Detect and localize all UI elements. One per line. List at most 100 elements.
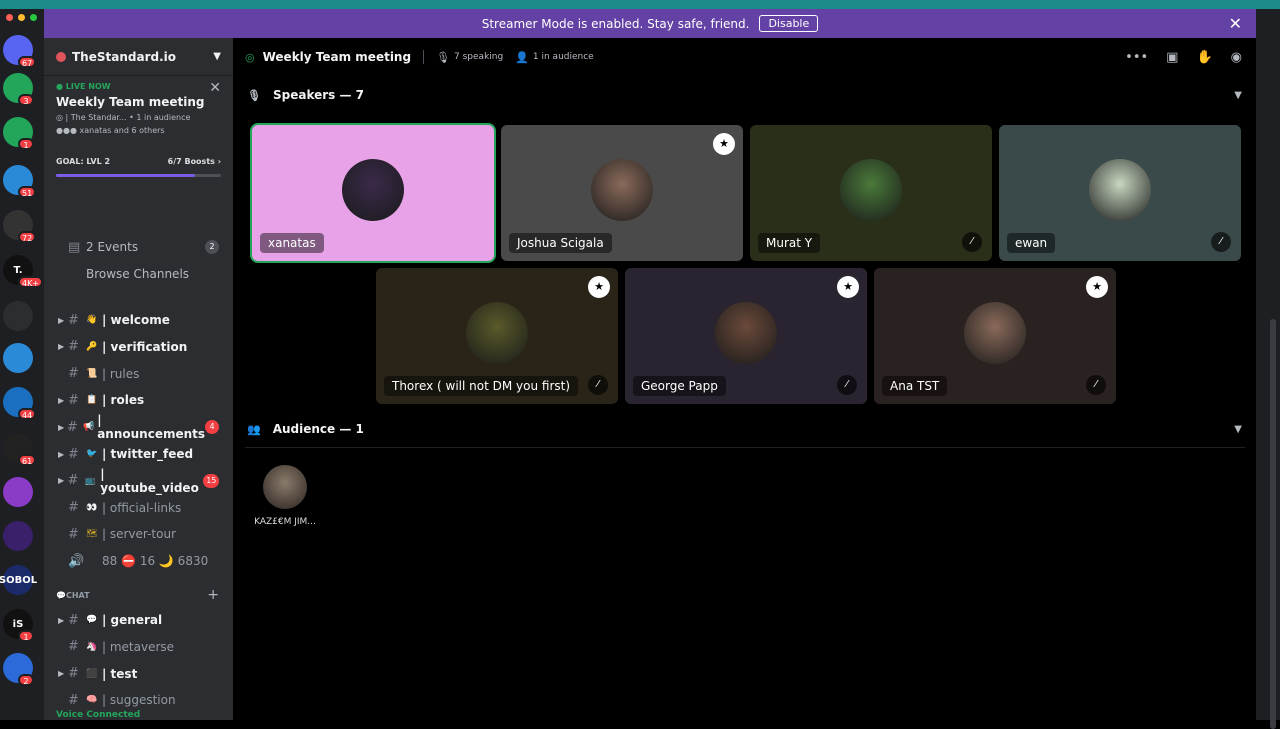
hash-icon: #	[68, 639, 79, 655]
chevron-down-icon[interactable]: ▼	[1234, 424, 1242, 435]
server-icon[interactable]: SOBOL	[0, 565, 37, 595]
channel-emoji: 📺	[84, 475, 97, 486]
speaker-name: ewan	[1007, 233, 1056, 253]
more-icon[interactable]: •••	[1125, 50, 1148, 65]
channel-item[interactable]: ▶ # ⬛ | test	[44, 663, 233, 685]
channel-item[interactable]: ▶ # 👋 | welcome	[44, 309, 233, 331]
raise-hand-icon[interactable]: ✋	[1196, 50, 1212, 65]
close-icon[interactable]: ✕	[209, 80, 221, 96]
mic-icon: 🎙	[436, 50, 451, 64]
channel-item[interactable]: ▶ # 📺 | youtube_video 15	[44, 467, 233, 495]
speaker-name: Thorex ( will not DM you first)	[384, 376, 579, 396]
audience-label: Audience — 1	[272, 422, 364, 436]
speaker-tile[interactable]: xanatas	[252, 125, 494, 261]
unread-badge: 1	[18, 138, 34, 150]
server-icon[interactable]	[3, 477, 33, 507]
boost-goal[interactable]: GOAL: LVL 2 6/7 Boosts ›	[44, 153, 233, 170]
avatar	[591, 159, 653, 221]
members-icon[interactable]: ◉	[1231, 50, 1242, 65]
maximize-window-dot[interactable]	[30, 14, 37, 21]
live-stage-card[interactable]: ● LIVE NOW Weekly Team meeting ◎ | The S…	[44, 76, 233, 141]
stage-icon: ◎	[56, 113, 63, 122]
channel-item[interactable]: # 📜 | rules	[44, 363, 233, 385]
speakers-section-header[interactable]: 🎙 Speakers — 7	[247, 88, 364, 102]
channel-emoji: 📋	[86, 395, 98, 406]
channel-item[interactable]: # 🗺 | server-tour	[44, 523, 233, 545]
moderator-icon: ★	[837, 276, 859, 298]
scrollbar[interactable]	[1256, 9, 1280, 729]
channel-label: | announcements	[97, 413, 206, 442]
screen-share-icon[interactable]: ▣	[1166, 50, 1178, 65]
audience-section-header[interactable]: 👥 Audience — 1	[247, 422, 364, 436]
chevron-right-icon: ▶	[58, 315, 65, 325]
goal-boosts: 6/7 Boosts	[167, 157, 215, 166]
channel-emoji: 🔑	[86, 341, 98, 352]
speaker-tile[interactable]: George Papp ★ ⁄	[625, 268, 867, 404]
speaker-name: Joshua Scigala	[509, 233, 612, 253]
server-icon[interactable]	[3, 343, 33, 373]
browse-channels-item[interactable]: Browse Channels	[44, 263, 233, 285]
avatar	[840, 159, 902, 221]
streamer-mode-banner: Streamer Mode is enabled. Stay safe, fri…	[44, 9, 1256, 38]
close-window-dot[interactable]	[6, 14, 13, 21]
speaker-tile[interactable]: Thorex ( will not DM you first) ★ ⁄	[376, 268, 618, 404]
channel-sidebar: TheStandard.io ▼ ● LIVE NOW Weekly Team …	[44, 38, 233, 720]
channel-item[interactable]: ▶ # 📋 | roles	[44, 389, 233, 411]
category-chat[interactable]: 💬CHAT	[56, 591, 90, 600]
hash-icon: #	[68, 446, 79, 462]
unread-badge: 72	[18, 231, 37, 243]
speakers-label: Speakers — 7	[272, 88, 364, 102]
scrollbar-thumb[interactable]	[1270, 319, 1276, 729]
stage-header: ◎ Weekly Team meeting 🎙 7 speaking 👤 1 i…	[233, 38, 1256, 76]
person-icon: 👤	[515, 50, 529, 64]
server-glyph: iS	[12, 618, 24, 630]
speaker-tile[interactable]: Ana TST ★ ⁄	[874, 268, 1116, 404]
channel-item[interactable]: ▶ # 💬 | general	[44, 609, 233, 631]
voice-connected-label: Voice Connected	[56, 710, 141, 720]
server-icon[interactable]	[3, 301, 33, 331]
channel-item[interactable]: # 👀 | official-links	[44, 497, 233, 519]
live-stage-title: Weekly Team meeting	[56, 95, 205, 109]
chat-bubble-icon: 💬	[56, 591, 66, 600]
chevron-down-icon[interactable]: ▼	[1234, 90, 1242, 101]
speaker-tile[interactable]: ewan ⁄	[999, 125, 1241, 261]
channel-item[interactable]: ▶ # 🐦 | twitter_feed	[44, 443, 233, 465]
unread-badge: 44	[18, 408, 37, 420]
audience-member[interactable]: KAZ£€M JIM...	[250, 465, 320, 527]
live-dot-icon: ●	[56, 82, 63, 91]
channel-emoji: 📢	[82, 422, 95, 433]
channel-emoji: 👋	[86, 315, 98, 325]
stage-view: ◎ Weekly Team meeting 🎙 7 speaking 👤 1 i…	[233, 38, 1256, 720]
channel-item[interactable]: ▶ # 📢 | announcements 4	[44, 413, 233, 442]
add-channel-icon[interactable]: +	[207, 587, 219, 603]
audience-member-name: KAZ£€M JIM...	[254, 517, 316, 527]
channel-item[interactable]: # 🦄 | metaverse	[44, 636, 233, 658]
minimize-window-dot[interactable]	[18, 14, 25, 21]
hash-icon: #	[68, 339, 79, 355]
moderator-icon: ★	[588, 276, 610, 298]
unread-badge: 61	[18, 454, 37, 466]
server-header[interactable]: TheStandard.io ▼	[44, 38, 233, 76]
channel-item[interactable]: 🔊 88 ⛔ 16 🌙 6830	[44, 550, 233, 572]
hash-icon: #	[68, 692, 79, 708]
channel-item[interactable]: ▶ # 🔑 | verification	[44, 336, 233, 358]
avatar-stack: ●●●	[56, 126, 77, 135]
channel-emoji: 🐦	[86, 449, 98, 459]
channel-emoji: 🦄	[86, 641, 98, 652]
hash-icon: #	[68, 612, 79, 628]
banner-text: Streamer Mode is enabled. Stay safe, fri…	[481, 16, 750, 31]
unread-badge: 51	[18, 186, 37, 198]
server-name: TheStandard.io	[72, 49, 176, 64]
channel-item[interactable]: # 🧠 | suggestion	[44, 689, 233, 711]
server-icon[interactable]	[3, 521, 33, 551]
speaking-count: 7 speaking	[454, 52, 504, 62]
close-icon[interactable]: ✕	[1229, 14, 1242, 33]
disable-button[interactable]: Disable	[759, 15, 819, 32]
chevron-right-icon: ▶	[58, 422, 65, 432]
avatar	[715, 302, 777, 364]
speaker-tile[interactable]: Joshua Scigala ★	[501, 125, 743, 261]
events-item[interactable]: ▤ 2 Events 2	[44, 236, 233, 258]
avatar	[263, 465, 307, 509]
speaker-tile[interactable]: Murat Y ⁄	[750, 125, 992, 261]
channel-label: 88 ⛔ 16 🌙 6830	[102, 554, 209, 569]
